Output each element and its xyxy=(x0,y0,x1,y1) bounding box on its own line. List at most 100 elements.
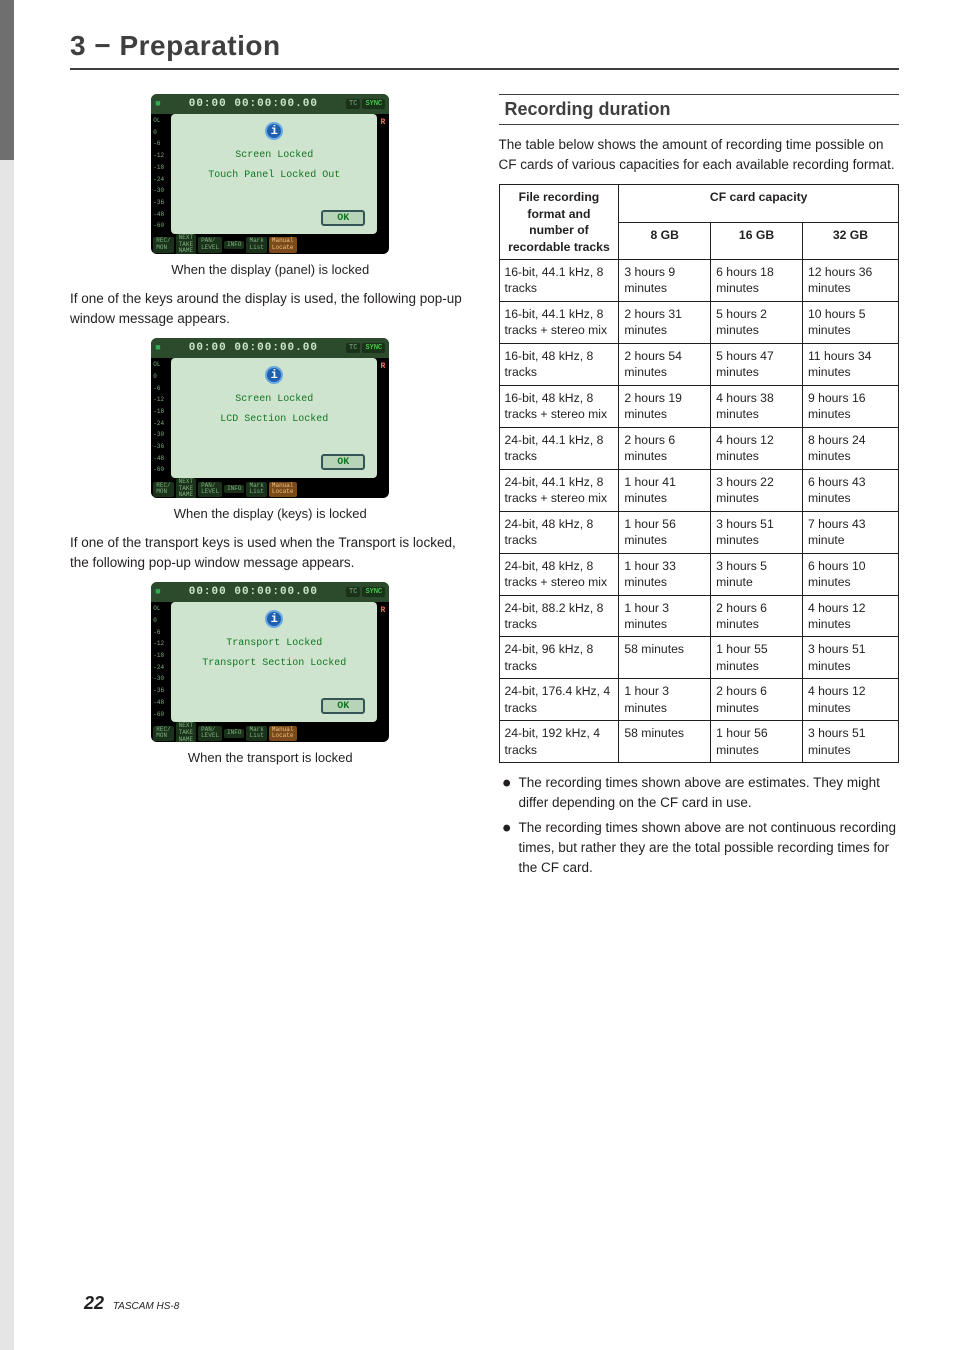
popup-line1: Screen Locked xyxy=(171,150,377,161)
popup-line2: Touch Panel Locked Out xyxy=(171,170,377,181)
info-icon: i xyxy=(265,122,283,140)
cell-value: 7 hours 43 minute xyxy=(802,511,898,553)
cell-format: 16-bit, 48 kHz, 8 tracks xyxy=(499,343,619,385)
table-row: 16-bit, 48 kHz, 8 tracks2 hours 54 minut… xyxy=(499,343,899,385)
note-item: The recording times shown above are esti… xyxy=(503,773,900,812)
popup-line1: Screen Locked xyxy=(171,394,377,405)
page-footer: 22 TASCAM HS-8 xyxy=(84,1293,179,1314)
cell-value: 1 hour 3 minutes xyxy=(619,679,711,721)
cell-value: 4 hours 12 minutes xyxy=(711,427,803,469)
table-row: 16-bit, 48 kHz, 8 tracks + stereo mix2 h… xyxy=(499,385,899,427)
cell-value: 1 hour 41 minutes xyxy=(619,469,711,511)
cell-value: 4 hours 12 minutes xyxy=(802,679,898,721)
cell-value: 6 hours 43 minutes xyxy=(802,469,898,511)
cell-value: 6 hours 18 minutes xyxy=(711,260,803,302)
table-row: 16-bit, 44.1 kHz, 8 tracks3 hours 9 minu… xyxy=(499,260,899,302)
cell-format: 16-bit, 48 kHz, 8 tracks + stereo mix xyxy=(499,385,619,427)
left-column: ■00:00 00:00:00.00TCSYNCOL0-6-12-18-24-3… xyxy=(70,94,471,883)
ok-button[interactable]: OK xyxy=(321,454,365,470)
cell-value: 3 hours 5 minute xyxy=(711,553,803,595)
cell-value: 5 hours 47 minutes xyxy=(711,343,803,385)
table-row: 24-bit, 48 kHz, 8 tracks1 hour 56 minute… xyxy=(499,511,899,553)
cell-value: 1 hour 56 minutes xyxy=(619,511,711,553)
table-row: 24-bit, 176.4 kHz, 4 tracks1 hour 3 minu… xyxy=(499,679,899,721)
cell-value: 2 hours 6 minutes xyxy=(619,427,711,469)
section-intro: The table below shows the amount of reco… xyxy=(499,135,900,174)
recording-table: File recording format and number of reco… xyxy=(499,184,900,763)
cell-value: 5 hours 2 minutes xyxy=(711,301,803,343)
chapter-rule xyxy=(70,68,899,70)
ok-button[interactable]: OK xyxy=(321,698,365,714)
para-keys-locked: If one of the keys around the display is… xyxy=(70,289,471,328)
cell-value: 1 hour 33 minutes xyxy=(619,553,711,595)
table-row: 24-bit, 48 kHz, 8 tracks + stereo mix1 h… xyxy=(499,553,899,595)
para-transport-locked: If one of the transport keys is used whe… xyxy=(70,533,471,572)
notes-list: The recording times shown above are esti… xyxy=(499,773,900,877)
cell-format: 24-bit, 176.4 kHz, 4 tracks xyxy=(499,679,619,721)
ok-button[interactable]: OK xyxy=(321,210,365,226)
table-row: 24-bit, 96 kHz, 8 tracks58 minutes1 hour… xyxy=(499,637,899,679)
table-row: 24-bit, 192 kHz, 4 tracks58 minutes1 hou… xyxy=(499,721,899,763)
cell-value: 1 hour 3 minutes xyxy=(619,595,711,637)
cell-value: 2 hours 31 minutes xyxy=(619,301,711,343)
cell-value: 2 hours 6 minutes xyxy=(711,595,803,637)
cell-value: 3 hours 51 minutes xyxy=(802,637,898,679)
table-row: 24-bit, 44.1 kHz, 8 tracks2 hours 6 minu… xyxy=(499,427,899,469)
cell-value: 3 hours 51 minutes xyxy=(802,721,898,763)
cell-format: 24-bit, 192 kHz, 4 tracks xyxy=(499,721,619,763)
lcd-screenshot: ■00:00 00:00:00.00TCSYNCOL0-6-12-18-24-3… xyxy=(151,582,389,742)
lcd-container: ■00:00 00:00:00.00TCSYNCOL0-6-12-18-24-3… xyxy=(70,94,471,765)
cell-format: 24-bit, 44.1 kHz, 8 tracks xyxy=(499,427,619,469)
popup-line1: Transport Locked xyxy=(171,638,377,649)
th-cap: 8 GB xyxy=(619,222,711,259)
cell-format: 16-bit, 44.1 kHz, 8 tracks + stereo mix xyxy=(499,301,619,343)
cell-value: 1 hour 55 minutes xyxy=(711,637,803,679)
chapter-title: 3 − Preparation xyxy=(70,30,899,62)
lcd-caption: When the display (keys) is locked xyxy=(70,506,471,521)
lcd-popup: i Screen Locked Touch Panel Locked Out OK xyxy=(171,114,377,234)
model-label: TASCAM HS-8 xyxy=(113,1301,180,1312)
lcd-popup: i Screen Locked LCD Section Locked OK xyxy=(171,358,377,478)
cell-value: 10 hours 5 minutes xyxy=(802,301,898,343)
cell-value: 9 hours 16 minutes xyxy=(802,385,898,427)
lcd-screenshot: ■00:00 00:00:00.00TCSYNCOL0-6-12-18-24-3… xyxy=(151,338,389,498)
lcd-screenshot: ■00:00 00:00:00.00TCSYNCOL0-6-12-18-24-3… xyxy=(151,94,389,254)
cell-value: 4 hours 12 minutes xyxy=(802,595,898,637)
cell-value: 3 hours 9 minutes xyxy=(619,260,711,302)
cell-format: 24-bit, 88.2 kHz, 8 tracks xyxy=(499,595,619,637)
section-heading: Recording duration xyxy=(499,94,900,125)
lcd-caption: When the transport is locked xyxy=(70,750,471,765)
cell-format: 16-bit, 44.1 kHz, 8 tracks xyxy=(499,260,619,302)
th-cap: 32 GB xyxy=(802,222,898,259)
cell-format: 24-bit, 96 kHz, 8 tracks xyxy=(499,637,619,679)
table-row: 24-bit, 88.2 kHz, 8 tracks1 hour 3 minut… xyxy=(499,595,899,637)
popup-line2: LCD Section Locked xyxy=(171,414,377,425)
lcd-popup: i Transport Locked Transport Section Locke… xyxy=(171,602,377,722)
th-format: File recording format and number of reco… xyxy=(499,185,619,260)
cell-value: 58 minutes xyxy=(619,721,711,763)
cell-value: 2 hours 54 minutes xyxy=(619,343,711,385)
cell-value: 6 hours 10 minutes xyxy=(802,553,898,595)
lcd-caption: When the display (panel) is locked xyxy=(70,262,471,277)
cell-value: 2 hours 6 minutes xyxy=(711,679,803,721)
cell-value: 12 hours 36 minutes xyxy=(802,260,898,302)
cell-format: 24-bit, 48 kHz, 8 tracks + stereo mix xyxy=(499,553,619,595)
info-icon: i xyxy=(265,610,283,628)
cell-value: 4 hours 38 minutes xyxy=(711,385,803,427)
cell-value: 3 hours 22 minutes xyxy=(711,469,803,511)
th-cap: 16 GB xyxy=(711,222,803,259)
cell-value: 8 hours 24 minutes xyxy=(802,427,898,469)
cell-format: 24-bit, 48 kHz, 8 tracks xyxy=(499,511,619,553)
page: 3 − Preparation ■00:00 00:00:00.00TCSYNC… xyxy=(0,0,954,1350)
th-capacity: CF card capacity xyxy=(619,185,899,222)
table-row: 16-bit, 44.1 kHz, 8 tracks + stereo mix2… xyxy=(499,301,899,343)
cell-value: 2 hours 19 minutes xyxy=(619,385,711,427)
cell-format: 24-bit, 44.1 kHz, 8 tracks + stereo mix xyxy=(499,469,619,511)
cell-value: 11 hours 34 minutes xyxy=(802,343,898,385)
info-icon: i xyxy=(265,366,283,384)
right-column: Recording duration The table below shows… xyxy=(499,94,900,883)
popup-line2: Transport Section Locked xyxy=(171,658,377,669)
cell-value: 1 hour 56 minutes xyxy=(711,721,803,763)
page-number: 22 xyxy=(84,1293,104,1313)
note-item: The recording times shown above are not … xyxy=(503,818,900,877)
